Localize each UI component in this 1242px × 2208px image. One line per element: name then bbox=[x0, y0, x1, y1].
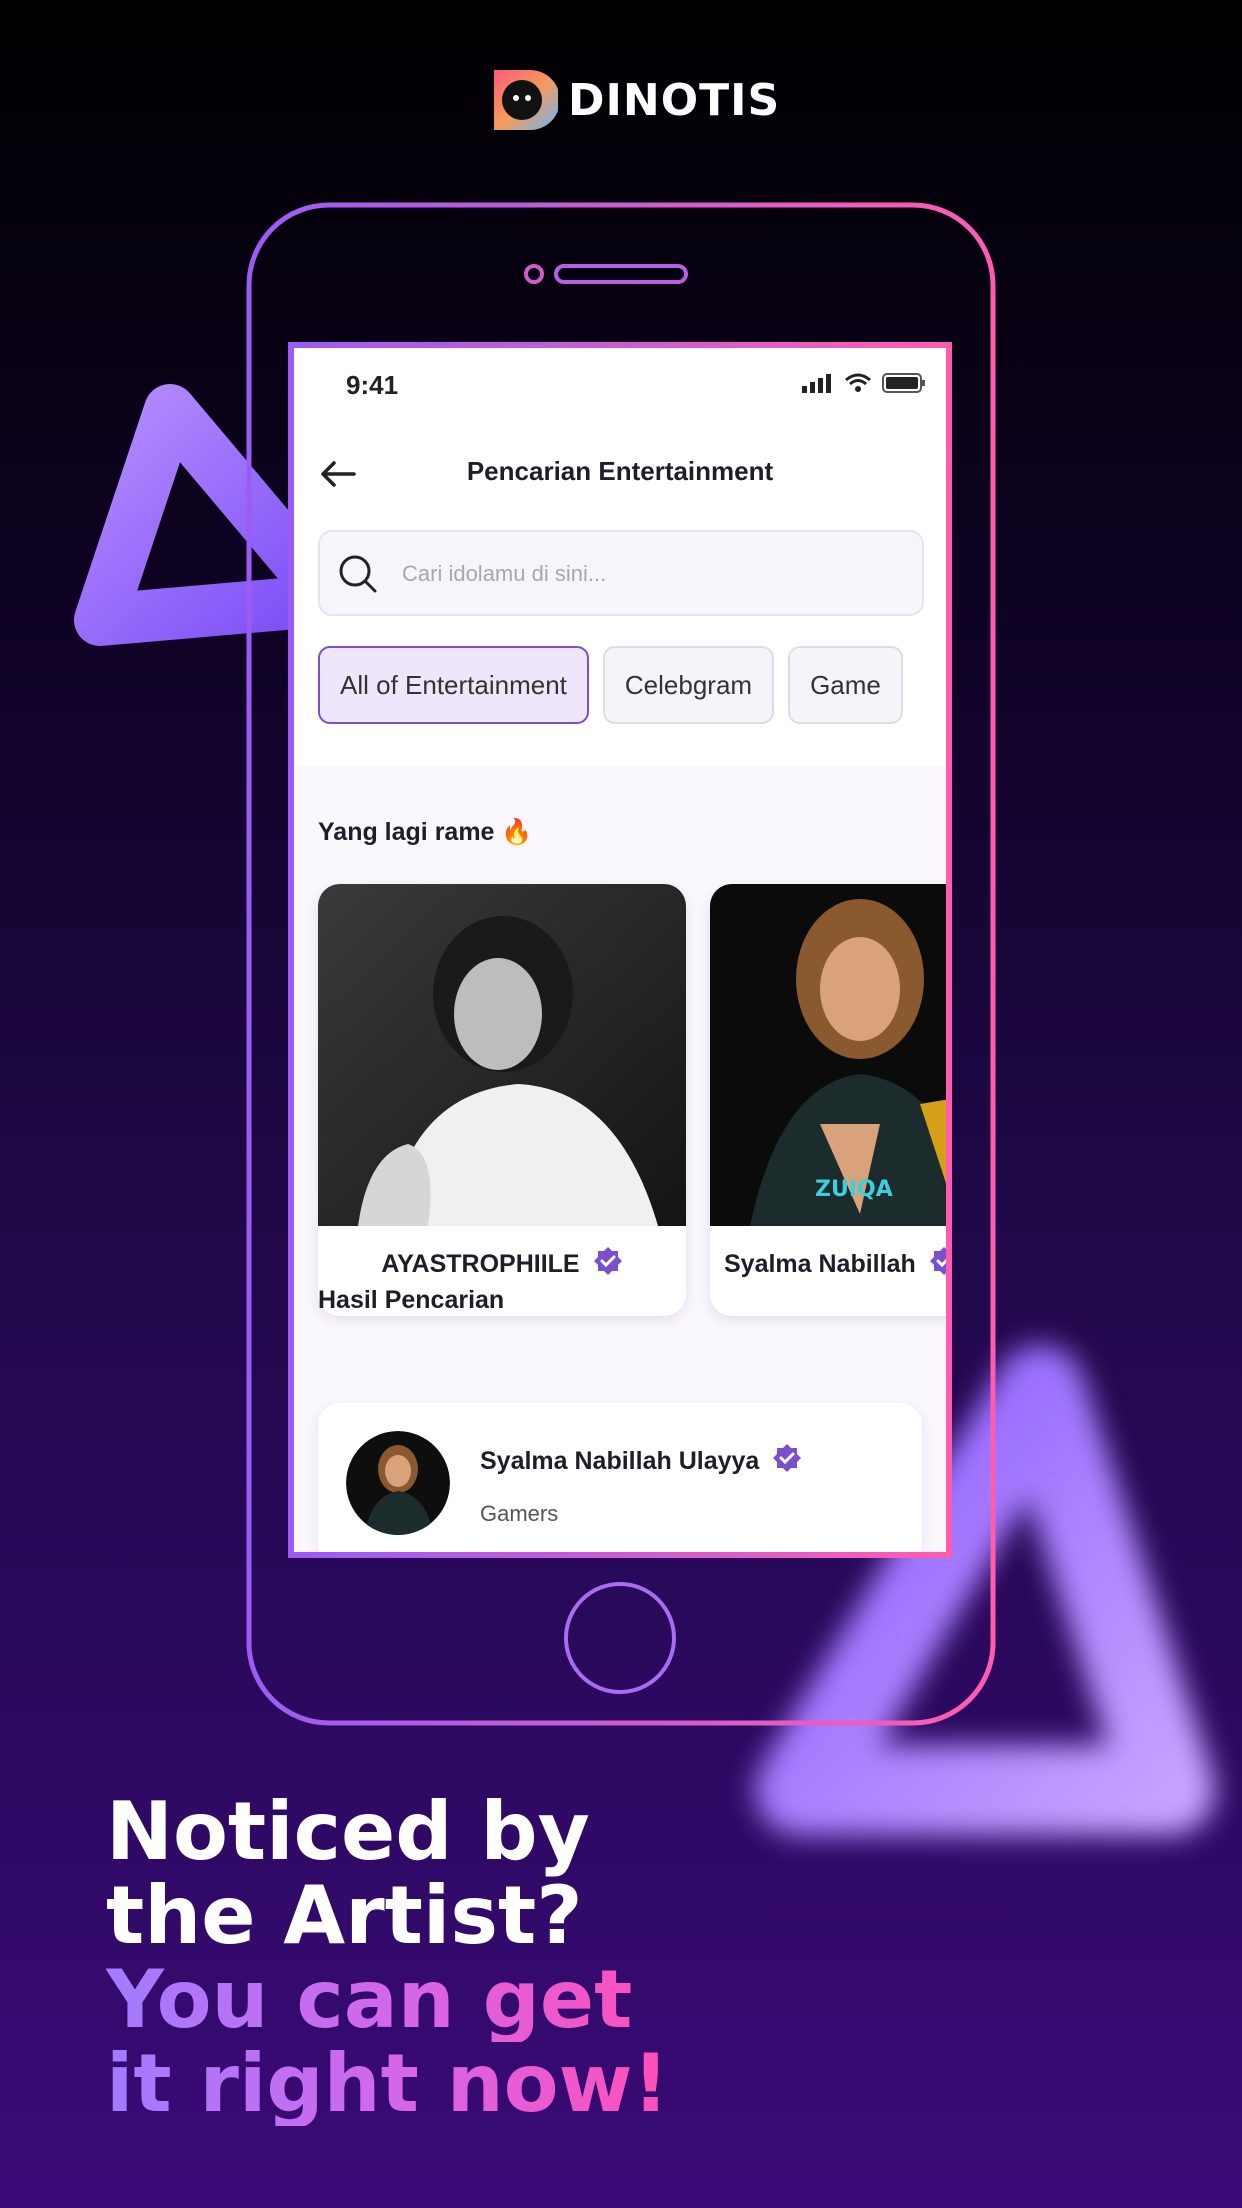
talent-name: Syalma Nabillah bbox=[724, 1246, 948, 1279]
brand-name: DINOTIS bbox=[568, 74, 781, 126]
result-category: Gamers bbox=[480, 1501, 559, 1526]
talent-card[interactable]: AYASTROPHIILE bbox=[318, 884, 686, 1316]
status-icons bbox=[802, 372, 926, 394]
chip-game[interactable]: Game bbox=[788, 646, 903, 724]
chip-all-of-entertainment[interactable]: All of Entertainment bbox=[318, 646, 589, 724]
category-chips: All of Entertainment Celebgram Game bbox=[318, 646, 948, 724]
verified-badge-icon bbox=[773, 1444, 802, 1472]
verified-badge-icon bbox=[929, 1247, 948, 1275]
promo-headline: Noticed by the Artist? You can get it ri… bbox=[106, 1790, 669, 2126]
search-input[interactable] bbox=[400, 532, 904, 616]
headline-line-3: You can get bbox=[106, 1958, 669, 2042]
phone-camera bbox=[524, 264, 544, 284]
status-bar: 9:41 bbox=[292, 346, 948, 426]
chip-celebgram[interactable]: Celebgram bbox=[602, 646, 775, 724]
wifi-icon bbox=[845, 373, 871, 392]
search-bar[interactable] bbox=[318, 530, 924, 616]
status-time: 9:41 bbox=[346, 370, 399, 400]
trending-title: Yang lagi rame 🔥 bbox=[318, 818, 533, 846]
dinotis-logo-icon bbox=[494, 70, 558, 130]
results-title: Hasil Pencarian bbox=[318, 1286, 505, 1314]
verified-badge-icon bbox=[593, 1247, 622, 1275]
signal-icon bbox=[802, 374, 831, 393]
avatar bbox=[346, 1431, 450, 1535]
nav-bar: Pencarian Entertainment bbox=[292, 426, 948, 522]
phone-earpiece bbox=[554, 264, 688, 284]
headline-line-4: it right now! bbox=[106, 2037, 670, 2130]
talent-card[interactable]: ZUIQA Syalma Nabillah bbox=[710, 884, 948, 1316]
brand-logo: DINOTIS bbox=[490, 66, 780, 134]
talent-photo bbox=[318, 884, 686, 1226]
page-title: Pencarian Entertainment bbox=[466, 456, 774, 486]
headline-line-1: Noticed by bbox=[106, 1785, 590, 1878]
result-name: Syalma Nabillah Ulayya bbox=[480, 1443, 802, 1476]
app-screen: 9:41 Pencarian Entertainment Cari idolam… bbox=[292, 346, 948, 1554]
battery-icon bbox=[882, 373, 925, 393]
svg-text:ZUIQA: ZUIQA bbox=[815, 1177, 893, 1202]
search-result-item[interactable]: Syalma Nabillah Ulayya Gamers bbox=[318, 1403, 922, 1554]
headline-line-2: the Artist? bbox=[106, 1869, 583, 1962]
talent-name: AYASTROPHIILE bbox=[318, 1246, 686, 1279]
phone-home-button bbox=[564, 1582, 676, 1694]
search-icon bbox=[339, 555, 377, 593]
talent-photo: ZUIQA bbox=[710, 884, 948, 1226]
